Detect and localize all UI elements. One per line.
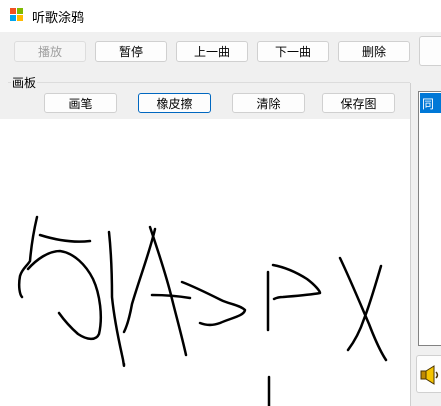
drawing-group-title: 画板 — [11, 74, 38, 91]
ink-stroke — [17, 215, 39, 299]
pen-button[interactable]: 画笔 — [44, 93, 117, 113]
panel-divider — [410, 83, 411, 406]
pause-button[interactable]: 暂停 — [95, 41, 167, 62]
ink-stroke — [107, 230, 126, 368]
speaker-icon — [420, 365, 439, 385]
next-track-button[interactable]: 下一曲 — [257, 41, 329, 62]
group-border — [8, 82, 410, 83]
delete-button[interactable]: 删除 — [338, 41, 410, 62]
drawing-canvas[interactable] — [0, 119, 411, 406]
ink-stroke — [346, 264, 383, 352]
volume-button[interactable] — [416, 355, 441, 393]
ink-stroke — [38, 233, 92, 243]
playlist-item[interactable]: 同 — [420, 93, 441, 113]
title-bar: 听歌涂鸦 — [0, 0, 441, 32]
prev-track-button[interactable]: 上一曲 — [176, 41, 248, 62]
ink-stroke — [180, 280, 247, 327]
ink-stroke — [26, 249, 102, 341]
play-button[interactable]: 播放 — [14, 41, 86, 62]
ink-strokes — [17, 215, 388, 406]
window-title: 听歌涂鸦 — [32, 11, 85, 26]
app-windows-icon — [10, 8, 23, 21]
ink-stroke — [122, 227, 157, 334]
playlist-listbox[interactable]: 同 — [418, 91, 441, 346]
ink-stroke — [271, 263, 322, 301]
save-image-button[interactable]: 保存图 — [322, 93, 395, 113]
clear-button[interactable]: 清除 — [232, 93, 305, 113]
more-button[interactable] — [419, 36, 441, 66]
eraser-button[interactable]: 橡皮擦 — [138, 93, 211, 113]
ink-stroke — [148, 225, 188, 357]
